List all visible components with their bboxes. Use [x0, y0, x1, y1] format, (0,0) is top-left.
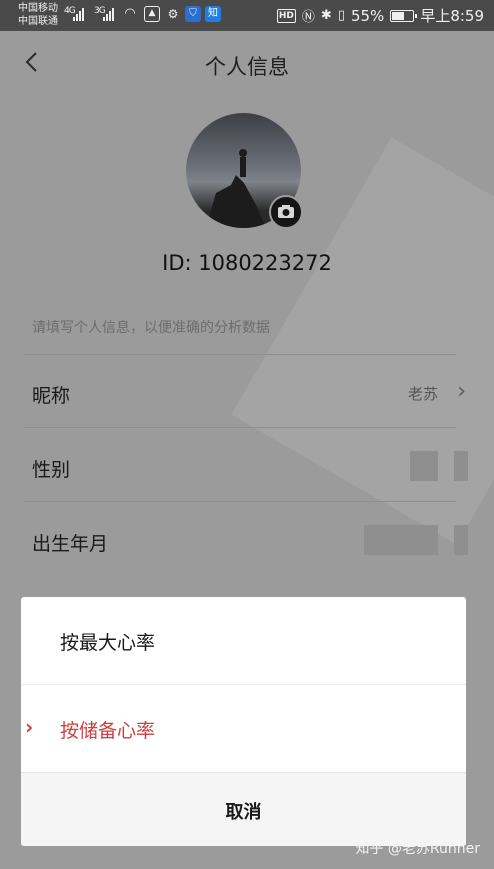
row-label: 出生年月 [32, 533, 109, 555]
row-label: 性别 [32, 459, 71, 481]
chevron-right-icon: › [457, 379, 466, 404]
signal-icon [73, 8, 84, 21]
blurred-value [454, 525, 468, 555]
watermark: 知乎 @老苏Runner [355, 841, 480, 857]
form-hint: 请填写个人信息，以便准确的分析数据 [32, 320, 270, 336]
blurred-value [454, 451, 468, 481]
page-title: 个人信息 [205, 55, 289, 79]
clock: 早上8:59 [420, 7, 484, 25]
notification-icon: ▲ [144, 6, 160, 22]
carrier-2: 中国联通 [18, 16, 58, 27]
nfc-icon: Ⓝ [301, 10, 315, 25]
bluetooth-icon: ✱ [320, 8, 332, 23]
selected-chevron-icon: › [25, 715, 34, 739]
wifi-icon: ◠ [124, 6, 136, 21]
shield-icon: ⛉ [185, 6, 201, 22]
cancel-label: 取消 [225, 802, 262, 823]
camera-icon[interactable] [269, 195, 303, 229]
signal-icon [103, 8, 114, 21]
blurred-value [410, 451, 438, 481]
option-max-heart-rate[interactable]: 按最大心率 [21, 597, 466, 684]
heart-rate-method-dialog: 按最大心率 › 按储备心率 取消 [21, 597, 466, 846]
option-reserve-heart-rate[interactable]: › 按储备心率 [21, 684, 466, 771]
user-id: ID: 1080223272 [162, 251, 332, 275]
blurred-value [364, 525, 438, 555]
hd-icon: HD [276, 8, 296, 23]
status-bar: 中国移动 中国联通 4G 3G ◠ ▲ ⚙ ⛉ 知 HD Ⓝ ✱ ▯ 55% 早… [0, 0, 494, 31]
carrier-1: 中国移动 [18, 3, 58, 14]
divider [24, 501, 456, 502]
row-label: 昵称 [32, 385, 71, 407]
divider [24, 354, 456, 355]
zhihu-app-icon: 知 [205, 6, 221, 22]
settings-icon: ⚙ [167, 7, 179, 21]
option-label: 按储备心率 [60, 720, 156, 742]
battery-icon [390, 9, 418, 22]
carrier-labels: 中国移动 中国联通 [18, 2, 58, 28]
cancel-button[interactable]: 取消 [21, 772, 466, 846]
nickname-value: 老苏 [407, 385, 438, 403]
divider [24, 427, 456, 428]
vibrate-icon: ▯ [337, 8, 345, 23]
battery-percent: 55% [350, 6, 385, 25]
option-label: 按最大心率 [60, 632, 156, 654]
